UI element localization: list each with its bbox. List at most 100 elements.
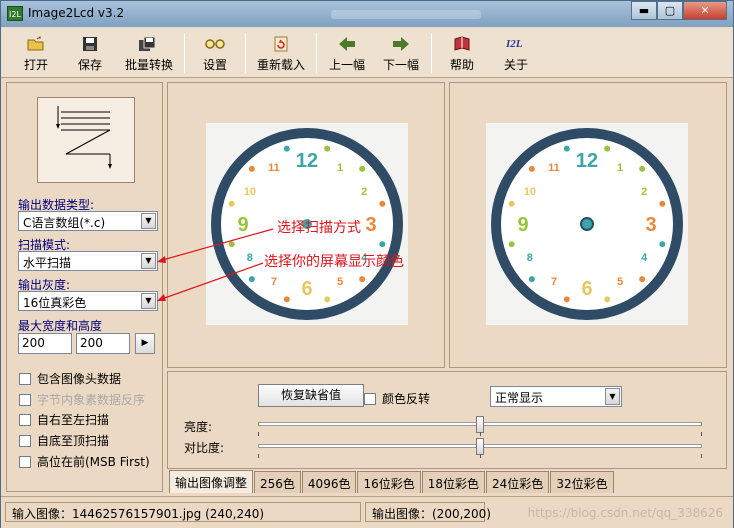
tab-32bit[interactable]: 32位彩色 bbox=[550, 471, 614, 493]
clock-number: 10 bbox=[244, 186, 256, 198]
reverse-byte-checkbox: 字节内象素数据反序 bbox=[19, 391, 145, 408]
reload-label: 重新载入 bbox=[256, 58, 305, 72]
about-icon: I2L bbox=[505, 36, 527, 54]
help-book-icon bbox=[453, 36, 471, 54]
clock-number: 8 bbox=[247, 252, 253, 264]
output-type-value: C语言数组(*.c) bbox=[23, 216, 106, 230]
help-label: 帮助 bbox=[449, 58, 474, 72]
bottom-to-top-checkbox[interactable]: 自底至顶扫描 bbox=[19, 432, 109, 449]
clock-dot bbox=[379, 241, 386, 248]
help-button[interactable]: 帮助 bbox=[435, 30, 489, 76]
clock-number: 3 bbox=[365, 214, 376, 236]
status-bar: 输入图像：14462576157901.jpg (240,240) 输出图像：(… bbox=[1, 496, 733, 528]
checkbox-box[interactable] bbox=[19, 455, 31, 468]
save-button[interactable]: 保存 bbox=[63, 30, 117, 76]
checkbox-box[interactable] bbox=[19, 434, 31, 447]
chevron-down-icon[interactable]: ▼ bbox=[141, 293, 156, 309]
maximize-button[interactable]: ▢ bbox=[657, 1, 683, 20]
tab-256[interactable]: 256色 bbox=[254, 471, 301, 493]
about-button[interactable]: I2L 关于 bbox=[489, 30, 543, 76]
clock-dot bbox=[359, 276, 366, 283]
right-to-left-label: 自右至左扫描 bbox=[37, 413, 110, 427]
save-label: 保存 bbox=[77, 58, 102, 72]
apply-size-button[interactable]: ▶ bbox=[135, 333, 155, 354]
scan-mode-select[interactable]: 水平扫描 ▼ bbox=[18, 251, 158, 271]
clock-dot bbox=[324, 145, 331, 152]
brightness-ticks bbox=[258, 432, 702, 437]
tab-24bit[interactable]: 24位彩色 bbox=[486, 471, 550, 493]
invert-color-checkbox[interactable]: 颜色反转 bbox=[364, 390, 430, 407]
reload-icon bbox=[274, 36, 288, 54]
clock-number: 11 bbox=[268, 162, 280, 174]
brightness-label: 亮度: bbox=[184, 420, 213, 434]
clock-number: 5 bbox=[617, 276, 623, 288]
scan-mode-annotation: 选择扫描方式 bbox=[277, 220, 361, 236]
clock-number: 9 bbox=[237, 214, 248, 236]
clock-dot bbox=[639, 276, 646, 283]
contrast-label: 对比度: bbox=[184, 441, 225, 455]
chevron-down-icon[interactable]: ▼ bbox=[141, 253, 156, 269]
tick bbox=[701, 432, 702, 436]
folder-open-icon bbox=[27, 36, 45, 54]
tab-16bit[interactable]: 16位彩色 bbox=[357, 471, 421, 493]
clock-svg-output: 12 1234567891011 bbox=[491, 128, 683, 320]
chevron-down-icon[interactable]: ▼ bbox=[605, 388, 620, 405]
max-width-input[interactable]: 200 bbox=[18, 333, 72, 354]
clock-dot bbox=[659, 241, 666, 248]
clock-number: 6 bbox=[581, 278, 592, 300]
clock-number: 2 bbox=[361, 186, 367, 198]
clock-dot bbox=[283, 296, 290, 303]
clock-number: 12 bbox=[296, 150, 318, 172]
tick bbox=[480, 454, 481, 458]
title-bar[interactable]: I2L Image2Lcd v3.2 ▬ ▢ ✕ bbox=[1, 1, 733, 27]
include-header-checkbox[interactable]: 包含图像头数据 bbox=[19, 370, 121, 387]
chevron-down-icon[interactable]: ▼ bbox=[141, 213, 156, 229]
svg-text:I2L: I2L bbox=[505, 38, 523, 50]
display-mode-select[interactable]: 正常显示 ▼ bbox=[490, 386, 622, 407]
right-to-left-checkbox[interactable]: 自右至左扫描 bbox=[19, 411, 109, 428]
max-height-input[interactable]: 200 bbox=[76, 333, 130, 354]
brightness-slider[interactable] bbox=[258, 416, 702, 433]
clock-number: 9 bbox=[517, 214, 528, 236]
tab-18bit[interactable]: 18位彩色 bbox=[421, 471, 486, 493]
prev-image-button[interactable]: 上一幅 bbox=[320, 30, 374, 76]
toolbar: 打开 保存 批量转换 设置 重新载入 上一幅 下一幅 帮助 I2L 关于 bbox=[1, 28, 733, 78]
next-label: 下一幅 bbox=[382, 58, 419, 72]
settings-button[interactable]: 设置 bbox=[188, 30, 242, 76]
clock-dot bbox=[659, 200, 666, 207]
minimize-button[interactable]: ▬ bbox=[631, 1, 657, 20]
open-button[interactable]: 打开 bbox=[9, 30, 63, 76]
clock-dot bbox=[604, 296, 611, 303]
checkbox-box[interactable] bbox=[19, 372, 31, 385]
checkbox-box[interactable] bbox=[364, 392, 376, 405]
next-image-button[interactable]: 下一幅 bbox=[374, 30, 428, 76]
reload-button[interactable]: 重新载入 bbox=[249, 30, 313, 76]
toolbar-separator bbox=[184, 33, 185, 73]
batch-convert-button[interactable]: 批量转换 bbox=[117, 30, 181, 76]
gray-value: 16位真彩色 bbox=[23, 296, 87, 310]
clock-number: 3 bbox=[645, 214, 656, 236]
about-label: 关于 bbox=[503, 58, 528, 72]
tab-output-adjust[interactable]: 输出图像调整 bbox=[169, 470, 254, 493]
settings-label: 设置 bbox=[202, 58, 227, 72]
invert-color-label: 颜色反转 bbox=[382, 392, 431, 406]
gray-select[interactable]: 16位真彩色 ▼ bbox=[18, 291, 158, 311]
include-header-label: 包含图像头数据 bbox=[37, 372, 122, 386]
open-label: 打开 bbox=[23, 58, 48, 72]
msb-first-checkbox[interactable]: 高位在前(MSB First) bbox=[19, 453, 150, 470]
scan-direction-diagram bbox=[37, 97, 135, 183]
contrast-slider[interactable] bbox=[258, 438, 702, 455]
tab-4096[interactable]: 4096色 bbox=[301, 471, 357, 493]
tick bbox=[258, 454, 259, 458]
restore-defaults-button[interactable]: 恢复缺省值 bbox=[258, 384, 364, 407]
clock-number: 12 bbox=[576, 150, 598, 172]
arrow-left-icon bbox=[337, 36, 357, 54]
tick bbox=[480, 432, 481, 436]
checkbox-box[interactable] bbox=[19, 413, 31, 426]
output-type-select[interactable]: C语言数组(*.c) ▼ bbox=[18, 211, 158, 231]
contrast-thumb[interactable] bbox=[476, 438, 484, 455]
close-button[interactable]: ✕ bbox=[683, 1, 727, 20]
clock-dot bbox=[508, 200, 515, 207]
brightness-thumb[interactable] bbox=[476, 416, 484, 433]
color-mode-tabs: 输出图像调整 256色 4096色 16位彩色 18位彩色 24位彩色 32位彩… bbox=[169, 470, 615, 493]
